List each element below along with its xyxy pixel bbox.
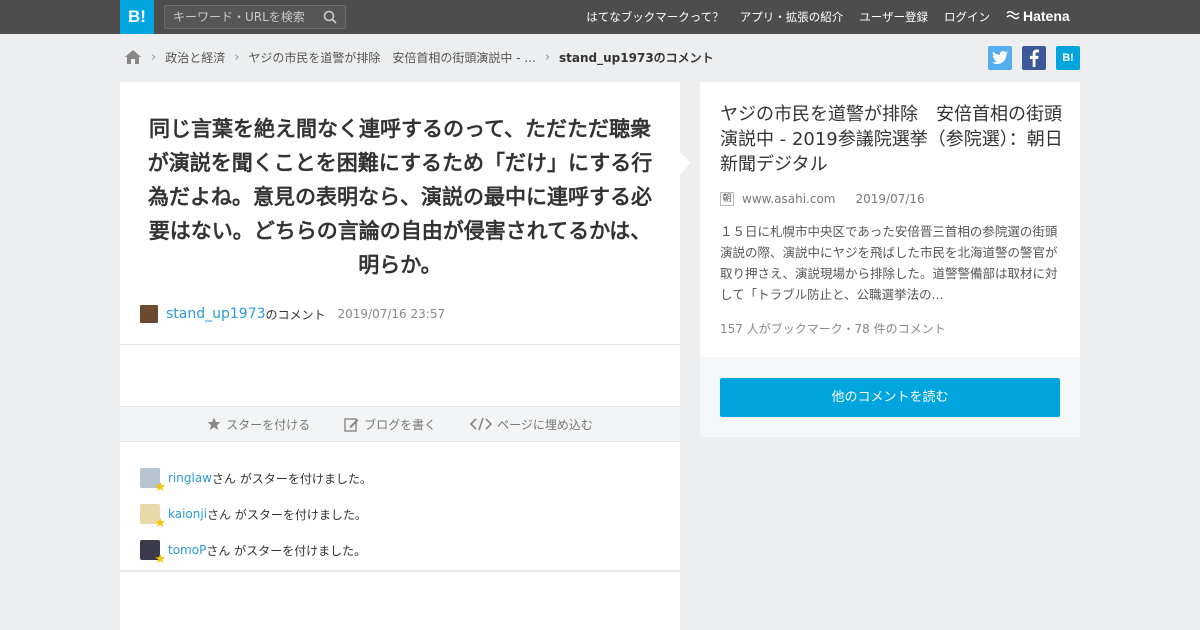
twitter-icon: [992, 51, 1008, 64]
nav-apps[interactable]: アプリ・拡張の紹介: [740, 9, 844, 25]
facebook-icon: [1030, 49, 1039, 67]
star-user-link[interactable]: ringlaw: [168, 471, 212, 485]
comment-card: 同じ言葉を絶え間なく連呼するのって、ただただ聴衆が演説を聞くことを困難にするため…: [120, 82, 680, 630]
star-icon: ★: [154, 552, 166, 567]
search-icon[interactable]: [323, 10, 337, 24]
star-user-link[interactable]: kaionji: [168, 507, 207, 521]
action-bar: スターを付ける ブログを書く ページに埋め込む: [120, 406, 680, 442]
write-blog-label: ブログを書く: [364, 417, 437, 432]
star-icon: ★: [154, 516, 166, 531]
chevron-right-icon: ›: [151, 49, 157, 65]
avatar[interactable]: ★: [140, 504, 166, 530]
star-text: さん がスターを付けました。: [206, 543, 367, 558]
avatar[interactable]: ★: [140, 468, 166, 494]
search-input[interactable]: [165, 6, 315, 28]
top-nav: はてなブックマークって？ アプリ・拡張の紹介 ユーザー登録 ログイン: [586, 0, 990, 34]
article-card: ヤジの市民を道警が排除 安倍首相の街頭演説中 - 2019参議院選挙（参院選）：…: [700, 82, 1080, 437]
hatena-brand-link[interactable]: Hatena: [1006, 8, 1070, 24]
avatar[interactable]: [140, 305, 158, 323]
article-excerpt: １５日に札幌市中央区であった安倍晋三首相の参院選の街頭演説の際、演説中にヤジを飛…: [720, 224, 1058, 302]
article-title-link[interactable]: ヤジの市民を道警が排除 安倍首相の街頭演説中 - 2019参議院選挙（参院選）：…: [720, 102, 1065, 177]
comment-meta: stand_up1973 のコメント 2019/07/16 23:57: [140, 305, 445, 323]
comment-date: 2019/07/16 23:57: [337, 307, 446, 321]
embed-label: ページに埋め込む: [497, 417, 593, 432]
hatena-bookmark-logo[interactable]: B!: [120, 0, 154, 34]
breadcrumb-current: stand_up1973のコメント: [559, 50, 714, 65]
list-item: ★ tomoP さん がスターを付けました。: [140, 532, 372, 568]
comment-body: 同じ言葉を絶え間なく連呼するのって、ただただ聴衆が演説を聞くことを困難にするため…: [147, 117, 653, 277]
list-item: ★ kaionji さん がスターを付けました。: [140, 496, 372, 532]
list-item: ★ ringlaw さん がスターを付けました。: [140, 460, 372, 496]
site-domain[interactable]: www.asahi.com: [742, 192, 836, 206]
article-summary: ヤジの市民を道警が排除 安倍首相の街頭演説中 - 2019参議院選挙（参院選）：…: [700, 82, 1080, 357]
nav-register[interactable]: ユーザー登録: [859, 9, 928, 25]
twitter-share-button[interactable]: [988, 46, 1012, 70]
article-source: 朝 www.asahi.com 2019/07/16: [720, 192, 925, 206]
comment-user-link[interactable]: stand_up1973: [166, 306, 266, 322]
divider: [120, 344, 680, 345]
divider: [120, 570, 680, 572]
add-star-label: スターを付ける: [226, 417, 311, 432]
breadcrumb: › 政治と経済 › ヤジの市民を道警が排除 安倍首相の街頭演説中 - ... ›…: [124, 47, 714, 67]
nav-about[interactable]: はてなブックマークって？: [586, 9, 723, 25]
hatena-share-button[interactable]: B!: [1056, 46, 1080, 70]
star-icon: ★: [154, 480, 166, 495]
star-text: さん がスターを付けました。: [207, 507, 367, 522]
nav-login[interactable]: ログイン: [944, 9, 990, 25]
site-favicon: 朝: [720, 192, 734, 206]
star-user-link[interactable]: tomoP: [168, 543, 206, 557]
embed-button[interactable]: ページに埋め込む: [470, 416, 593, 433]
bookmark-stats[interactable]: 157 人がブックマーク・78 件のコメント: [720, 320, 946, 337]
chevron-right-icon: ›: [544, 49, 551, 65]
top-bar: B! はてなブックマークって？ アプリ・拡張の紹介 ユーザー登録 ログイン Ha…: [0, 0, 1200, 34]
edit-icon: [344, 417, 359, 432]
hatena-logo-icon: [1006, 10, 1020, 20]
article-date: 2019/07/16: [855, 192, 925, 206]
star-text: さん がスターを付けました。: [212, 471, 372, 486]
facebook-share-button[interactable]: [1022, 46, 1046, 70]
breadcrumb-category[interactable]: 政治と経済: [165, 49, 225, 66]
avatar[interactable]: ★: [140, 540, 166, 566]
comment-suffix: のコメント: [265, 307, 326, 322]
star-icon: [207, 417, 221, 430]
star-list: ★ ringlaw さん がスターを付けました。 ★ kaionji さん がス…: [140, 460, 372, 568]
home-icon[interactable]: [124, 49, 142, 65]
breadcrumb-article[interactable]: ヤジの市民を道警が排除 安倍首相の街頭演説中 - ...: [248, 49, 535, 66]
search-box: [164, 5, 346, 29]
read-more-comments-button[interactable]: 他のコメントを読む: [720, 378, 1060, 417]
chevron-right-icon: ›: [234, 49, 240, 65]
hatena-brand-label: Hatena: [1023, 8, 1070, 24]
add-star-button[interactable]: スターを付ける: [207, 416, 310, 433]
code-icon: [470, 417, 493, 431]
card-pointer: [680, 152, 691, 174]
write-blog-button[interactable]: ブログを書く: [344, 416, 436, 433]
